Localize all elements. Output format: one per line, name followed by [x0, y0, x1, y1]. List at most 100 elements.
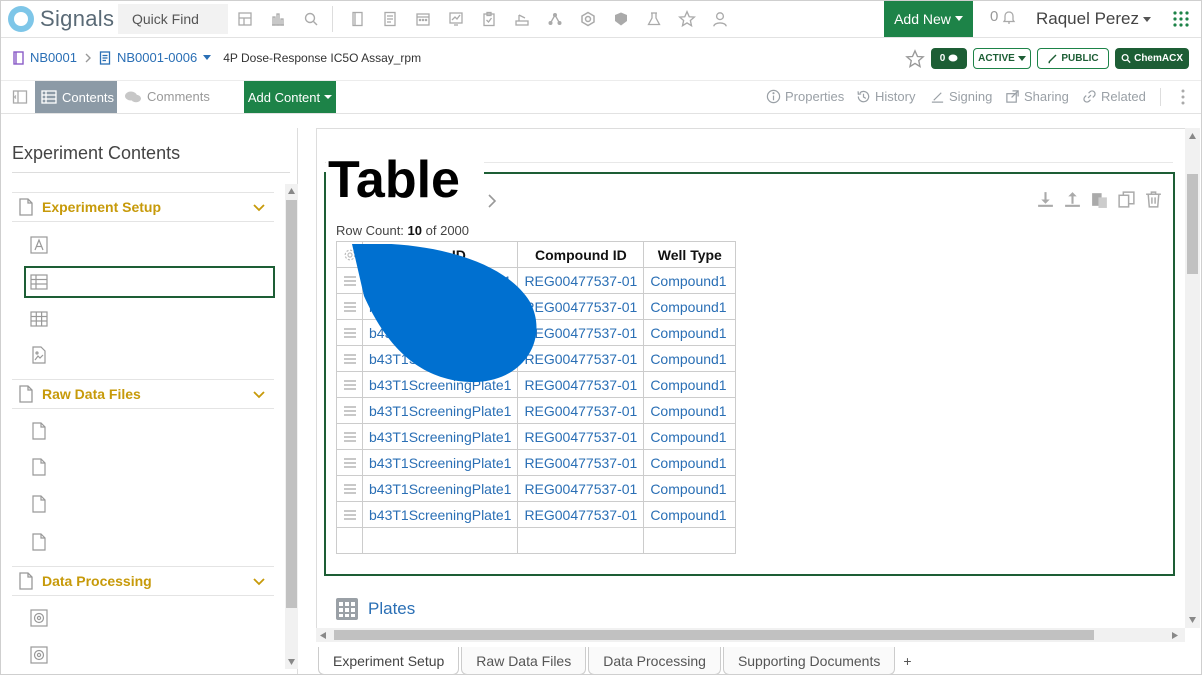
section-data-processing[interactable]: Data Processing [12, 566, 274, 596]
chevron-down-icon[interactable] [252, 390, 266, 399]
chemacx-button[interactable]: ChemACX [1115, 48, 1189, 69]
cell-well-type[interactable]: Compound1 [643, 475, 737, 502]
main-vertical-scrollbar[interactable] [1185, 128, 1200, 628]
comments-badge[interactable]: 0 [931, 48, 967, 69]
cell-plate-id[interactable]: b43T1ScreeningPlate1 [361, 449, 519, 476]
status-badge[interactable]: ACTIVE [973, 48, 1031, 69]
more-options-icon[interactable] [1181, 89, 1185, 105]
column-header-well-type[interactable]: Well Type [643, 241, 737, 268]
chevron-right-icon[interactable] [486, 192, 498, 210]
text-item-icon[interactable] [30, 236, 48, 254]
table-row[interactable]: b43T1ScreeningPlate1REG00477537-01Compou… [336, 423, 737, 450]
dashboard-icon[interactable] [228, 8, 261, 30]
hexagon-icon[interactable] [571, 8, 604, 30]
molecule-icon[interactable] [538, 8, 571, 30]
flask-icon[interactable] [637, 8, 670, 30]
properties-button[interactable]: Properties [766, 89, 844, 104]
plates-block-header[interactable]: Plates [336, 598, 415, 620]
selected-content-item[interactable] [24, 266, 275, 298]
cell-compound-id[interactable]: REG00477537-01 [517, 501, 645, 528]
table-row[interactable]: b43T1ScreeningPlate1REG00477537-01Compou… [336, 397, 737, 424]
scroll-right-icon[interactable] [1172, 632, 1178, 639]
file-item-icon[interactable] [30, 533, 48, 551]
table-row[interactable]: b43T1ScreeningPlate1REG00477537-01Compou… [336, 449, 737, 476]
row-drag-handle-icon[interactable] [336, 449, 363, 476]
calendar-icon[interactable] [406, 8, 439, 30]
delete-icon[interactable] [1144, 190, 1163, 209]
section-experiment-setup[interactable]: Experiment Setup [12, 192, 274, 222]
empty-cell[interactable] [361, 527, 519, 554]
quick-find-input[interactable]: Quick Find [118, 4, 228, 34]
file-item-icon[interactable] [30, 458, 48, 476]
scroll-up-icon[interactable] [288, 188, 295, 194]
user-menu[interactable]: Raquel Perez [1036, 9, 1152, 29]
bar-chart-icon[interactable] [261, 8, 294, 30]
cell-well-type[interactable]: Compound1 [643, 345, 737, 372]
row-drag-handle-icon[interactable] [336, 423, 363, 450]
users-icon[interactable] [703, 8, 736, 30]
image-item-icon[interactable] [30, 346, 48, 364]
shield-icon[interactable] [604, 8, 637, 30]
empty-cell[interactable] [643, 527, 737, 554]
scroll-left-icon[interactable] [320, 632, 326, 639]
tab-raw-data-files[interactable]: Raw Data Files [461, 647, 587, 675]
cell-plate-id[interactable]: b43T1ScreeningPlate1 [361, 397, 519, 424]
signals-logo[interactable]: Signals [8, 4, 114, 34]
target-item-icon[interactable] [30, 646, 48, 664]
left-panel-scrollbar[interactable] [285, 184, 298, 669]
tab-comments[interactable]: Comments [124, 89, 210, 104]
table-item-icon[interactable] [30, 273, 48, 291]
app-grid-icon[interactable] [1172, 10, 1190, 28]
document-icon[interactable] [373, 8, 406, 30]
paste-icon[interactable] [1090, 190, 1109, 209]
cell-well-type[interactable]: Compound1 [643, 423, 737, 450]
add-tab-button[interactable]: + [897, 647, 917, 675]
cell-compound-id[interactable]: REG00477537-01 [517, 397, 645, 424]
search-icon[interactable] [294, 8, 327, 30]
file-item-icon[interactable] [30, 422, 48, 440]
cell-well-type[interactable]: Compound1 [643, 319, 737, 346]
breadcrumb-experiment-link[interactable]: NB0001-0006 [117, 50, 197, 65]
empty-cell[interactable] [336, 527, 363, 554]
scrollbar-thumb[interactable] [286, 200, 297, 608]
cell-compound-id[interactable]: REG00477537-01 [517, 475, 645, 502]
sharing-button[interactable]: Sharing [1005, 89, 1069, 104]
grid-item-icon[interactable] [30, 310, 48, 328]
table-row-empty[interactable] [336, 527, 737, 554]
file-item-icon[interactable] [30, 495, 48, 513]
notebook-icon[interactable] [340, 8, 373, 30]
table-row[interactable]: b43T1ScreeningPlate1REG00477537-01Compou… [336, 501, 737, 528]
scrollbar-thumb[interactable] [334, 630, 1094, 640]
history-button[interactable]: History [856, 89, 915, 104]
table-row[interactable]: b43T1ScreeningPlate1REG00477537-01Compou… [336, 475, 737, 502]
section-raw-data-files[interactable]: Raw Data Files [12, 379, 274, 409]
notifications-button[interactable]: 0 [990, 8, 1017, 25]
scroll-down-icon[interactable] [288, 659, 295, 665]
clipboard-icon[interactable] [472, 8, 505, 30]
chevron-down-icon[interactable] [252, 577, 266, 586]
tab-contents[interactable]: Contents [35, 81, 117, 113]
breadcrumb-notebook-link[interactable]: NB0001 [30, 50, 77, 65]
cell-well-type[interactable]: Compound1 [643, 397, 737, 424]
cell-well-type[interactable]: Compound1 [643, 501, 737, 528]
empty-cell[interactable] [517, 527, 645, 554]
cell-plate-id[interactable]: b43T1ScreeningPlate1 [361, 475, 519, 502]
cell-plate-id[interactable]: b43T1ScreeningPlate1 [361, 501, 519, 528]
main-horizontal-scrollbar[interactable] [316, 628, 1185, 642]
row-drag-handle-icon[interactable] [336, 397, 363, 424]
cell-well-type[interactable]: Compound1 [643, 371, 737, 398]
chevron-down-icon[interactable] [252, 203, 266, 212]
cell-well-type[interactable]: Compound1 [643, 267, 737, 294]
add-content-button[interactable]: Add Content [244, 81, 336, 113]
scroll-down-icon[interactable] [1189, 617, 1196, 623]
tab-supporting-documents[interactable]: Supporting Documents [722, 647, 896, 675]
scroll-up-icon[interactable] [1189, 133, 1196, 139]
toggle-panel-icon[interactable] [12, 89, 28, 105]
row-drag-handle-icon[interactable] [336, 475, 363, 502]
lab-icon[interactable] [505, 8, 538, 30]
cell-plate-id[interactable]: b43T1ScreeningPlate1 [361, 423, 519, 450]
add-new-button[interactable]: Add New [884, 0, 973, 37]
download-icon[interactable] [1036, 190, 1055, 209]
related-button[interactable]: Related [1082, 89, 1146, 104]
star-icon[interactable] [670, 8, 703, 30]
